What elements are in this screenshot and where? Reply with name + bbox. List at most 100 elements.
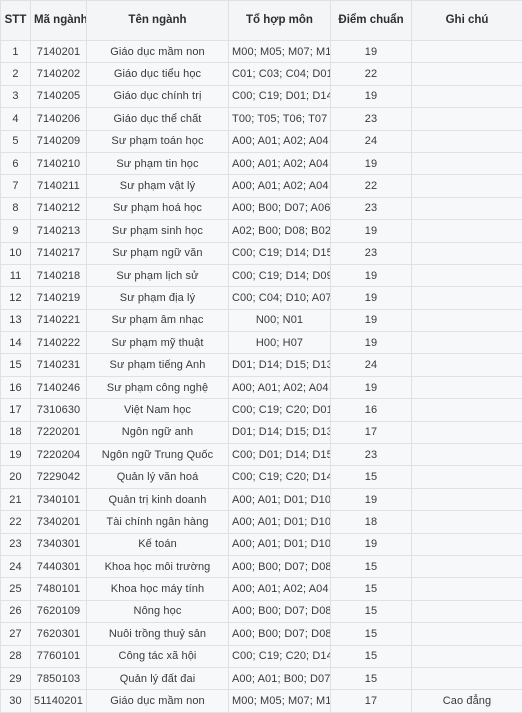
cell-score: 19 — [331, 309, 412, 331]
table-row: 147140222Sư phạm mỹ thuậtH00; H0719 — [1, 332, 522, 354]
cell-score: 22 — [331, 63, 412, 85]
cell-name: Kế toán — [87, 533, 229, 555]
table-row: 237340301Kế toánA00; A01; D01; D1019 — [1, 533, 522, 555]
cell-comb: A00; B00; D07; D08 — [229, 623, 331, 645]
cell-name: Sư phạm sinh học — [87, 220, 229, 242]
cell-score: 23 — [331, 108, 412, 130]
cell-score: 23 — [331, 444, 412, 466]
cell-score: 19 — [331, 220, 412, 242]
cell-stt: 3 — [1, 85, 31, 107]
cell-comb: C00; C19; C20; D14 — [229, 645, 331, 667]
cell-stt: 12 — [1, 287, 31, 309]
cell-note — [412, 555, 522, 577]
cell-comb: A00; A01; A02; A04 — [229, 376, 331, 398]
cell-score: 19 — [331, 264, 412, 286]
table-row: 77140211Sư phạm vật lýA00; A01; A02; A04… — [1, 175, 522, 197]
cell-score: 15 — [331, 645, 412, 667]
cell-stt: 23 — [1, 533, 31, 555]
cell-name: Sư phạm mỹ thuật — [87, 332, 229, 354]
cell-note — [412, 175, 522, 197]
cell-comb: A00; A01; A02; A04 — [229, 130, 331, 152]
cell-score: 19 — [331, 533, 412, 555]
cell-code: 51140201 — [31, 690, 87, 712]
cell-name: Công tác xã hội — [87, 645, 229, 667]
cell-stt: 17 — [1, 399, 31, 421]
table-row: 217340101Quản trị kinh doanhA00; A01; D0… — [1, 488, 522, 510]
cell-name: Việt Nam học — [87, 399, 229, 421]
cell-stt: 8 — [1, 197, 31, 219]
cell-code: 7480101 — [31, 578, 87, 600]
cell-stt: 27 — [1, 623, 31, 645]
cell-note — [412, 466, 522, 488]
cell-code: 7760101 — [31, 645, 87, 667]
cell-name: Khoa học máy tính — [87, 578, 229, 600]
cell-note: Cao đẳng — [412, 690, 522, 712]
cell-code: 7140231 — [31, 354, 87, 376]
cell-stt: 21 — [1, 488, 31, 510]
column-header-comb: Tổ hợp môn — [229, 1, 331, 41]
cell-comb: C00; C19; D01; D14 — [229, 85, 331, 107]
cell-code: 7140217 — [31, 242, 87, 264]
cell-score: 16 — [331, 399, 412, 421]
cell-comb: C00; C19; C20; D14 — [229, 466, 331, 488]
column-header-score: Điểm chuẩn — [331, 1, 412, 41]
cell-score: 15 — [331, 667, 412, 689]
cell-code: 7140206 — [31, 108, 87, 130]
cell-stt: 22 — [1, 511, 31, 533]
cell-name: Tài chính ngân hàng — [87, 511, 229, 533]
cell-note — [412, 488, 522, 510]
cell-stt: 6 — [1, 152, 31, 174]
table-row: 137140221Sư phạm âm nhạcN00; N0119 — [1, 309, 522, 331]
cell-name: Sư phạm tin học — [87, 152, 229, 174]
cell-name: Sư phạm âm nhạc — [87, 309, 229, 331]
cell-code: 7229042 — [31, 466, 87, 488]
cell-code: 7220201 — [31, 421, 87, 443]
cell-code: 7340101 — [31, 488, 87, 510]
cell-note — [412, 197, 522, 219]
table-row: 277620301Nuôi trồng thuỷ sảnA00; B00; D0… — [1, 623, 522, 645]
cell-stt: 20 — [1, 466, 31, 488]
cell-comb: C00; C04; D10; A07 — [229, 287, 331, 309]
cell-stt: 1 — [1, 41, 31, 63]
cell-score: 24 — [331, 130, 412, 152]
table-row: 297850103Quản lý đất đaiA00; A01; B00; D… — [1, 667, 522, 689]
table-row: 187220201Ngôn ngữ anhD01; D14; D15; D131… — [1, 421, 522, 443]
cell-stt: 29 — [1, 667, 31, 689]
cell-name: Quản trị kinh doanh — [87, 488, 229, 510]
cell-note — [412, 85, 522, 107]
cell-score: 19 — [331, 376, 412, 398]
cell-comb: A00; A01; A02; A04 — [229, 578, 331, 600]
cell-note — [412, 41, 522, 63]
cell-note — [412, 108, 522, 130]
cell-note — [412, 444, 522, 466]
cell-note — [412, 242, 522, 264]
cell-name: Sư phạm toán học — [87, 130, 229, 152]
cell-code: 7140201 — [31, 41, 87, 63]
cell-score: 18 — [331, 511, 412, 533]
table-row: 177310630Việt Nam họcC00; C19; C20; D011… — [1, 399, 522, 421]
table-row: 47140206Giáo dục thể chấtT00; T05; T06; … — [1, 108, 522, 130]
table-row: 247440301Khoa học môi trườngA00; B00; D0… — [1, 555, 522, 577]
cell-comb: D01; D14; D15; D13 — [229, 354, 331, 376]
cell-comb: A00; B00; D07; D08 — [229, 555, 331, 577]
cell-name: Giáo dục thể chất — [87, 108, 229, 130]
cell-comb: C00; D01; D14; D15 — [229, 444, 331, 466]
cell-code: 7140202 — [31, 63, 87, 85]
cell-comb: A00; A01; D01; D10 — [229, 511, 331, 533]
cell-score: 23 — [331, 197, 412, 219]
cell-name: Nông học — [87, 600, 229, 622]
cell-score: 15 — [331, 466, 412, 488]
cell-note — [412, 63, 522, 85]
cell-score: 22 — [331, 175, 412, 197]
table-header-row: STT Mã ngành Tên ngành Tổ hợp môn Điểm c… — [1, 1, 522, 41]
table-row: 167140246Sư phạm công nghệA00; A01; A02;… — [1, 376, 522, 398]
table-row: 37140205Giáo dục chính trịC00; C19; D01;… — [1, 85, 522, 107]
cell-stt: 24 — [1, 555, 31, 577]
cell-name: Giáo dục mầm non — [87, 690, 229, 712]
cell-name: Nuôi trồng thuỷ sản — [87, 623, 229, 645]
cell-comb: C00; C19; C20; D01 — [229, 399, 331, 421]
cell-comb: M00; M05; M07; M11 — [229, 690, 331, 712]
cell-code: 7140222 — [31, 332, 87, 354]
cell-name: Giáo dục tiểu học — [87, 63, 229, 85]
cell-score: 19 — [331, 41, 412, 63]
